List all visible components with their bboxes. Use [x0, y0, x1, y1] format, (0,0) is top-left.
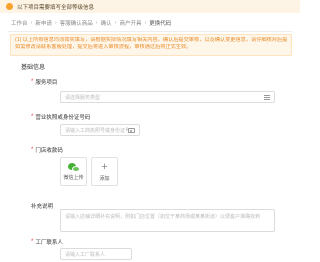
contact-label: * 工厂联系人: [31, 238, 63, 246]
warning-icon: [6, 3, 13, 10]
id-number-input[interactable]: 请输入工商执照号或身份证号: [60, 124, 140, 136]
category-select[interactable]: 请选择服务类型: [60, 91, 275, 103]
id-number-placeholder: 请输入工商执照号或身份证号: [65, 127, 128, 134]
breadcrumb: 工作台 › 新申请 › 客服确认商品 › 确认 › 商户开具 › 更换代码: [11, 18, 171, 27]
breadcrumb-separator: ›: [114, 19, 117, 26]
breadcrumb-item-confirm[interactable]: 确认: [101, 19, 112, 27]
contact-input[interactable]: 请输入工厂联系人: [60, 248, 132, 260]
contact-placeholder: 请输入工厂联系人: [65, 251, 106, 258]
breadcrumb-item-home[interactable]: 工作台: [11, 19, 28, 27]
breadcrumb-separator: ›: [30, 19, 33, 26]
qrcode-label: * 门店收款码: [31, 146, 63, 154]
banner-text: 以下项目需要填写全部等级信息: [17, 4, 95, 11]
add-image-card[interactable]: + 添加: [91, 157, 118, 186]
breadcrumb-item-current: 更换代码: [149, 20, 172, 27]
category-label-text: 服务项目: [35, 80, 58, 86]
breadcrumb-item-confirm-product[interactable]: 客服确认商品: [60, 19, 93, 27]
wechat-upload-label: 微信上传: [63, 174, 84, 181]
required-mark: *: [31, 147, 34, 153]
required-mark: *: [31, 239, 34, 245]
required-mark: *: [31, 114, 34, 120]
top-banner: 以下项目需要填写全部等级信息: [0, 0, 300, 13]
remark-label-text: 补充说明: [31, 204, 54, 210]
notice-line-2: 如需修改请联系客服处理，提交后将进入审核流程，审核通过后将正式生效。: [15, 44, 192, 51]
remark-textarea[interactable]: 请输入店铺详细补充说明，例如门店位置（如位于某商场或某某街道）以便客户准确找到: [60, 209, 275, 232]
required-mark: *: [31, 79, 34, 85]
breadcrumb-item-merchant[interactable]: 商户开具: [119, 19, 141, 27]
breadcrumb-separator: ›: [95, 19, 98, 26]
list-icon[interactable]: [264, 94, 270, 100]
section-title: 基础信息: [21, 65, 46, 71]
header-divider: [8, 31, 292, 32]
breadcrumb-separator: ›: [54, 19, 57, 26]
remark-placeholder: 请输入店铺详细补充说明，例如门店位置（如位于某商场或某某街道）以便客户准确找到: [65, 214, 261, 220]
category-label: * 服务项目: [31, 78, 57, 86]
id-card-icon[interactable]: [128, 127, 135, 133]
category-placeholder: 请选择服务类型: [65, 94, 101, 101]
wechat-upload-card[interactable]: 微信上传: [60, 157, 87, 186]
remark-label: 补充说明: [31, 202, 53, 210]
wechat-icon: [67, 162, 80, 172]
contact-label-text: 工厂联系人: [35, 240, 63, 246]
add-image-label: 添加: [99, 175, 110, 182]
id-number-label-text: 营业执照或身份证号码: [35, 115, 91, 121]
plus-icon: +: [101, 160, 108, 173]
qrcode-label-text: 门店收款码: [35, 148, 63, 154]
notice-box: (1) 以上所有信息均须如实填写，请根据实际情况填写相关内容，确认后提交审核，以…: [10, 34, 292, 56]
breadcrumb-separator: ›: [144, 19, 147, 26]
notice-line-1: (1) 以上所有信息均须如实填写，请根据实际情况填写相关内容，确认后提交审核，以…: [15, 37, 287, 43]
id-number-label: * 营业执照或身份证号码: [31, 113, 90, 121]
breadcrumb-item-new[interactable]: 新申请: [35, 19, 52, 27]
